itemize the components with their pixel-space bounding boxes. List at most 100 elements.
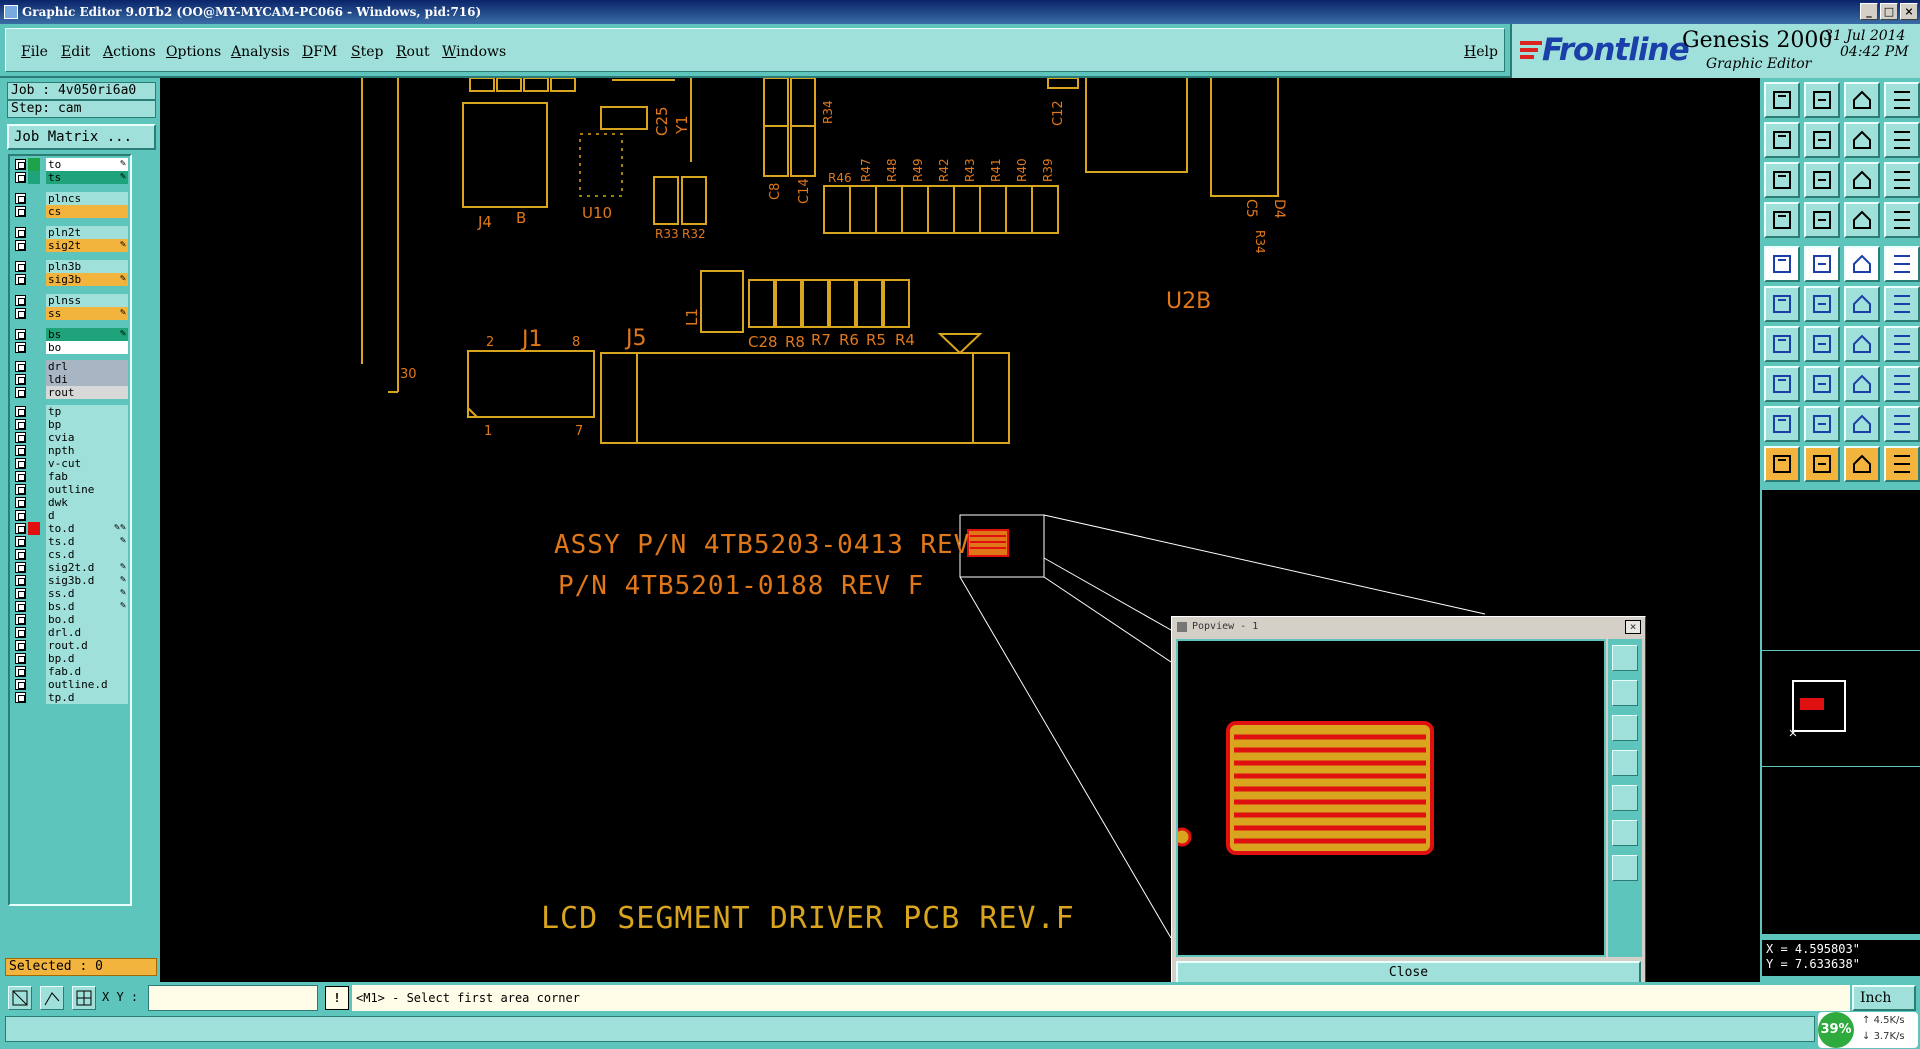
snap-settings-icon[interactable] <box>1764 202 1800 238</box>
scale-icon[interactable] <box>1844 162 1880 198</box>
dash-line-icon[interactable] <box>1844 246 1880 282</box>
popview-canvas[interactable] <box>1172 639 1606 957</box>
layer-checkbox[interactable] <box>15 640 26 651</box>
layer-row[interactable]: pln2t <box>12 226 128 239</box>
popview-zoom-in-button[interactable] <box>1612 680 1638 706</box>
minimize-button[interactable]: _ <box>1860 3 1878 20</box>
shape-c-icon[interactable] <box>1884 406 1920 442</box>
target-icon[interactable] <box>1884 246 1920 282</box>
popview-zoom-home-button[interactable] <box>1612 820 1638 846</box>
layer-row[interactable]: d <box>12 509 128 522</box>
triangle-icon[interactable] <box>1764 406 1800 442</box>
layer-checkbox[interactable] <box>15 692 26 703</box>
layer-row[interactable]: bo.d <box>12 613 128 626</box>
layer-row[interactable]: rout <box>12 386 128 399</box>
job-matrix-button[interactable]: Job Matrix ... <box>7 124 156 150</box>
zoom-fit-icon[interactable] <box>1764 162 1800 198</box>
layer-row[interactable]: bs.d ✎ <box>12 600 128 613</box>
slash-line-icon[interactable] <box>1804 326 1840 362</box>
arc-icon[interactable] <box>1844 326 1880 362</box>
layer-checkbox[interactable] <box>15 261 26 272</box>
draw-line-icon[interactable] <box>1764 326 1800 362</box>
layer-checkbox[interactable] <box>15 627 26 638</box>
layer-row[interactable]: ldi <box>12 373 128 386</box>
layer-checkbox[interactable] <box>15 458 26 469</box>
layer-row[interactable]: pln3b <box>12 260 128 273</box>
layer-row[interactable]: to.d ✎✎ <box>12 522 128 535</box>
layer-checkbox[interactable] <box>15 549 26 560</box>
open-step-icon[interactable] <box>1764 82 1800 118</box>
layer-checkbox[interactable] <box>15 666 26 677</box>
select-net-icon[interactable] <box>1844 202 1880 238</box>
menu-file[interactable]: File <box>21 44 48 60</box>
layer-row[interactable]: outline.d <box>12 678 128 691</box>
layer-checkbox[interactable] <box>15 536 26 547</box>
menu-options[interactable]: Options <box>166 44 221 60</box>
pad-select-icon[interactable] <box>1764 366 1800 402</box>
menu-rout[interactable]: Rout <box>396 44 430 60</box>
split-line-icon[interactable] <box>1804 366 1840 402</box>
layer-row[interactable]: ts.d ✎ <box>12 535 128 548</box>
layer-checkbox[interactable] <box>15 193 26 204</box>
menu-windows[interactable]: Windows <box>442 44 506 60</box>
layer-row[interactable]: plncs <box>12 192 128 205</box>
layer-checkbox[interactable] <box>15 445 26 456</box>
layer-checkbox[interactable] <box>15 227 26 238</box>
layer-row[interactable]: outline <box>12 483 128 496</box>
connect-icon[interactable] <box>1844 286 1880 322</box>
measure-icon[interactable] <box>40 986 64 1010</box>
layer-row[interactable]: bp.d <box>12 652 128 665</box>
layer-checkbox[interactable] <box>15 274 26 285</box>
shape-b-icon[interactable] <box>1844 406 1880 442</box>
layer-checkbox[interactable] <box>15 387 26 398</box>
layer-row[interactable]: drl.d <box>12 626 128 639</box>
menu-actions[interactable]: Actions <box>103 44 156 60</box>
rotate-icon[interactable] <box>1884 122 1920 158</box>
copy-icon[interactable] <box>1884 366 1920 402</box>
overview-panel[interactable] <box>1762 490 1920 934</box>
layer-row[interactable]: dwk <box>12 496 128 509</box>
layer-checkbox[interactable] <box>15 471 26 482</box>
layer-checkbox[interactable] <box>15 419 26 430</box>
route-net-icon[interactable] <box>1884 202 1920 238</box>
layer-row[interactable]: cs.d <box>12 548 128 561</box>
layer-row[interactable]: tp <box>12 405 128 418</box>
layer-checkbox[interactable] <box>15 295 26 306</box>
layer-checkbox[interactable] <box>15 342 26 353</box>
layer-checkbox[interactable] <box>15 484 26 495</box>
menu-analysis[interactable]: Analysis <box>231 44 290 60</box>
measure-icon[interactable] <box>1844 366 1880 402</box>
rotate-pointer-icon[interactable] <box>1844 446 1880 482</box>
popview-zoom-fit-button[interactable] <box>1612 645 1638 671</box>
layer-checkbox[interactable] <box>15 159 26 170</box>
layer-row[interactable]: tp.d <box>12 691 128 704</box>
shape-a-icon[interactable] <box>1804 406 1840 442</box>
home-icon[interactable] <box>1844 82 1880 118</box>
popview-zoom-out-button[interactable] <box>1612 715 1638 741</box>
stairs-pointer-icon[interactable] <box>1884 446 1920 482</box>
menu-step[interactable]: Step <box>351 44 383 60</box>
grid-icon[interactable] <box>72 986 96 1010</box>
layer-row[interactable]: npth <box>12 444 128 457</box>
layer-row[interactable]: sig2t ✎ <box>12 239 128 252</box>
layer-checkbox[interactable] <box>15 614 26 625</box>
add-pad-icon[interactable] <box>1764 286 1800 322</box>
filter-icon[interactable] <box>1884 326 1920 362</box>
layer-row[interactable]: sig3b.d ✎ <box>12 574 128 587</box>
popview-pan-right-button[interactable] <box>1612 785 1638 811</box>
message-alert-icon[interactable]: ! <box>325 986 349 1010</box>
layer-row[interactable]: fab <box>12 470 128 483</box>
layer-checkbox[interactable] <box>15 329 26 340</box>
layer-row[interactable]: plnss <box>12 294 128 307</box>
layer-checkbox[interactable] <box>15 406 26 417</box>
layer-checkbox[interactable] <box>15 562 26 573</box>
mirror-icon[interactable] <box>1844 122 1880 158</box>
layer-checkbox[interactable] <box>15 497 26 508</box>
layer-row[interactable]: bp <box>12 418 128 431</box>
layer-row[interactable]: v-cut <box>12 457 128 470</box>
popview-close-icon[interactable]: × <box>1625 620 1641 634</box>
cross-pad-icon[interactable] <box>1804 286 1840 322</box>
popview-pan-left-button[interactable] <box>1612 750 1638 776</box>
layer-checkbox[interactable] <box>15 308 26 319</box>
layer-checkbox[interactable] <box>15 523 26 534</box>
